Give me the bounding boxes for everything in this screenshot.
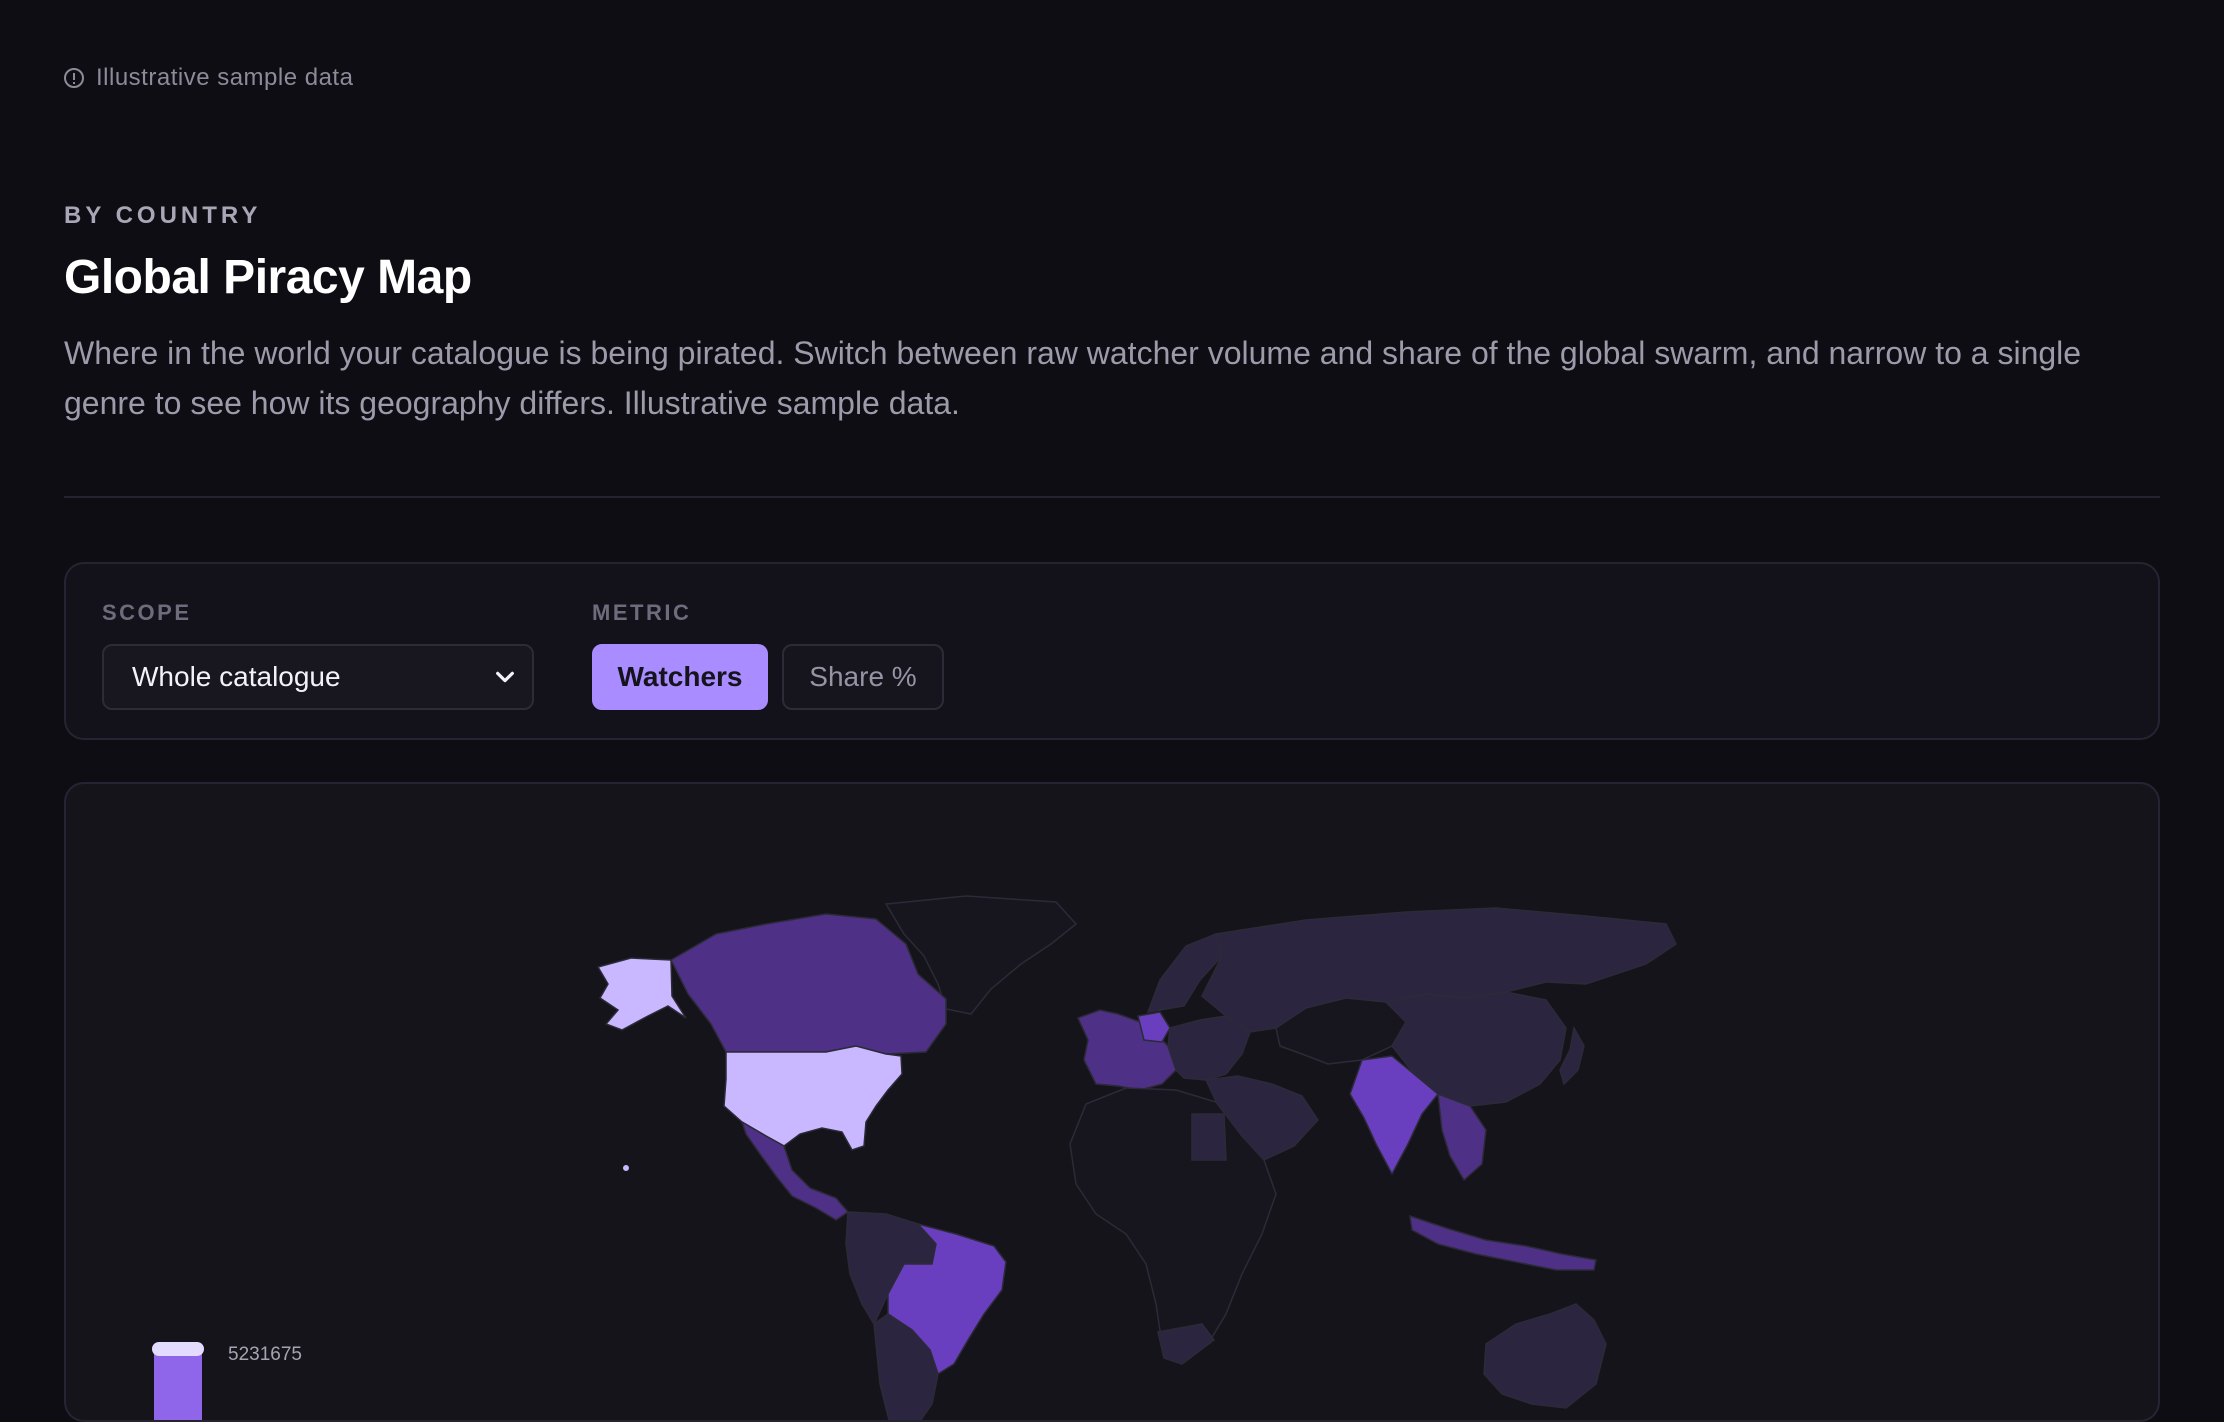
region-eastern-europe[interactable] bbox=[1167, 1015, 1251, 1081]
country-indonesia[interactable] bbox=[1409, 1214, 1597, 1271]
header-divider bbox=[64, 496, 2160, 498]
legend-bar bbox=[154, 1348, 202, 1420]
metric-watchers-button[interactable]: Watchers bbox=[592, 644, 768, 710]
page-title: Global Piracy Map bbox=[64, 251, 472, 304]
world-map-card: 5231675 bbox=[64, 782, 2160, 1422]
controls-panel: SCOPE Whole catalogue METRIC Watchers Sh… bbox=[64, 562, 2160, 740]
chevron-down-icon bbox=[496, 671, 514, 683]
hawaii-marker bbox=[623, 1165, 629, 1171]
info-icon bbox=[64, 68, 84, 88]
scope-label: SCOPE bbox=[102, 600, 192, 625]
region-southeast-asia[interactable] bbox=[1437, 1092, 1487, 1182]
metric-label: METRIC bbox=[592, 600, 692, 625]
section-eyebrow: BY COUNTRY bbox=[64, 202, 262, 229]
country-alaska[interactable] bbox=[596, 957, 687, 1031]
legend-cap bbox=[152, 1342, 204, 1356]
page-description: Where in the world your catalogue is bei… bbox=[64, 335, 2082, 421]
country-germany[interactable] bbox=[1137, 1011, 1171, 1043]
country-egypt[interactable] bbox=[1191, 1113, 1227, 1161]
sample-data-notice-text: Illustrative sample data bbox=[96, 64, 354, 91]
scope-select-value: Whole catalogue bbox=[132, 661, 341, 692]
scope-select[interactable]: Whole catalogue bbox=[102, 644, 534, 710]
country-australia[interactable] bbox=[1483, 1303, 1607, 1409]
country-south-africa[interactable] bbox=[1157, 1323, 1216, 1365]
sample-data-notice: Illustrative sample data bbox=[64, 64, 353, 92]
metric-share-button[interactable]: Share % bbox=[782, 644, 944, 710]
legend-max-value: 5231675 bbox=[228, 1344, 302, 1365]
world-map: 5231675 bbox=[152, 895, 1677, 1420]
